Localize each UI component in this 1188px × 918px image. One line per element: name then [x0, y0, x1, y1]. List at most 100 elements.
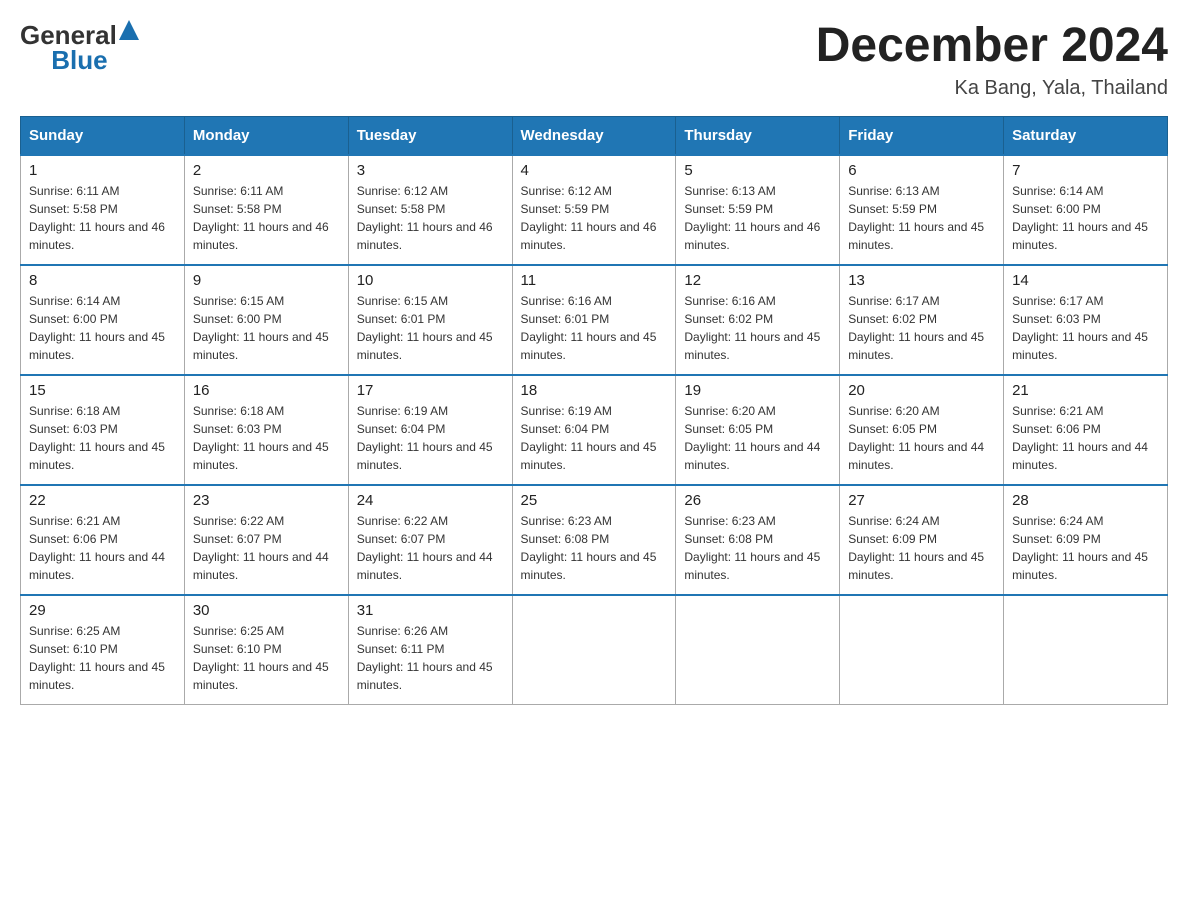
day-info: Sunrise: 6:13 AMSunset: 5:59 PMDaylight:… — [848, 182, 995, 254]
calendar-cell: 29Sunrise: 6:25 AMSunset: 6:10 PMDayligh… — [21, 595, 185, 705]
day-number: 9 — [193, 272, 340, 289]
day-info: Sunrise: 6:14 AMSunset: 6:00 PMDaylight:… — [29, 292, 176, 364]
day-number: 21 — [1012, 382, 1159, 399]
day-info: Sunrise: 6:22 AMSunset: 6:07 PMDaylight:… — [357, 512, 504, 584]
day-number: 2 — [193, 162, 340, 179]
calendar-cell: 18 Sunrise: 6:19 AMSunset: 6:04 PMDayligh… — [512, 375, 676, 485]
day-info: Sunrise: 6:25 AMSunset: 6:10 PMDaylight:… — [193, 622, 340, 694]
day-info: Sunrise: 6:21 AMSunset: 6:06 PMDaylight:… — [29, 512, 176, 584]
day-number: 4 — [521, 162, 668, 179]
calendar-cell: 4Sunrise: 6:12 AMSunset: 5:59 PMDaylight… — [512, 155, 676, 265]
calendar-cell: 2 Sunrise: 6:11 AMSunset: 5:58 PMDaylight… — [184, 155, 348, 265]
month-title: December 2024 — [816, 20, 1168, 73]
day-number: 10 — [357, 272, 504, 289]
header-tuesday: Tuesday — [348, 116, 512, 155]
calendar-cell — [1004, 595, 1168, 705]
calendar-week-3: 15 Sunrise: 6:18 AMSunset: 6:03 PMDayligh… — [21, 375, 1168, 485]
calendar-cell — [676, 595, 840, 705]
calendar-cell: 8 Sunrise: 6:14 AMSunset: 6:00 PMDaylight… — [21, 265, 185, 375]
day-info: Sunrise: 6:15 AMSunset: 6:01 PMDaylight:… — [357, 292, 504, 364]
calendar-cell: 12Sunrise: 6:16 AMSunset: 6:02 PMDayligh… — [676, 265, 840, 375]
calendar-cell: 1 Sunrise: 6:11 AMSunset: 5:58 PMDaylight… — [21, 155, 185, 265]
calendar-cell: 31Sunrise: 6:26 AMSunset: 6:11 PMDayligh… — [348, 595, 512, 705]
day-number: 17 — [357, 382, 504, 399]
day-number: 7 — [1012, 162, 1159, 179]
day-info: Sunrise: 6:11 AMSunset: 5:58 PMDaylight:… — [193, 182, 340, 254]
day-info: Sunrise: 6:17 AMSunset: 6:03 PMDaylight:… — [1012, 292, 1159, 364]
day-info: Sunrise: 6:18 AMSunset: 6:03 PMDaylight:… — [29, 402, 176, 474]
calendar-cell: 27 Sunrise: 6:24 AMSunset: 6:09 PMDayligh… — [840, 485, 1004, 595]
day-info: Sunrise: 6:20 AMSunset: 6:05 PMDaylight:… — [684, 402, 831, 474]
logo-icon: General Blue — [20, 20, 139, 76]
day-number: 1 — [29, 162, 176, 179]
day-number: 3 — [357, 162, 504, 179]
day-number: 25 — [521, 492, 668, 509]
calendar-cell: 20Sunrise: 6:20 AMSunset: 6:05 PMDayligh… — [840, 375, 1004, 485]
calendar-week-1: 1 Sunrise: 6:11 AMSunset: 5:58 PMDaylight… — [21, 155, 1168, 265]
day-number: 16 — [193, 382, 340, 399]
calendar-week-4: 22 Sunrise: 6:21 AMSunset: 6:06 PMDayligh… — [21, 485, 1168, 595]
page-header: General Blue December 2024 Ka Bang, Yala… — [20, 20, 1168, 100]
day-number: 27 — [848, 492, 995, 509]
logo-triangle-icon — [119, 20, 139, 40]
day-number: 30 — [193, 602, 340, 619]
day-number: 22 — [29, 492, 176, 509]
day-info: Sunrise: 6:19 AMSunset: 6:04 PMDaylight:… — [357, 402, 504, 474]
calendar-cell: 24 Sunrise: 6:22 AMSunset: 6:07 PMDayligh… — [348, 485, 512, 595]
day-info: Sunrise: 6:21 AMSunset: 6:06 PMDaylight:… — [1012, 402, 1159, 474]
day-info: Sunrise: 6:24 AMSunset: 6:09 PMDaylight:… — [848, 512, 995, 584]
calendar-cell: 13Sunrise: 6:17 AMSunset: 6:02 PMDayligh… — [840, 265, 1004, 375]
day-number: 19 — [684, 382, 831, 399]
day-number: 26 — [684, 492, 831, 509]
day-number: 24 — [357, 492, 504, 509]
header-thursday: Thursday — [676, 116, 840, 155]
calendar-cell — [512, 595, 676, 705]
day-number: 8 — [29, 272, 176, 289]
day-info: Sunrise: 6:15 AMSunset: 6:00 PMDaylight:… — [193, 292, 340, 364]
day-info: Sunrise: 6:19 AMSunset: 6:04 PMDaylight:… — [521, 402, 668, 474]
day-number: 13 — [848, 272, 995, 289]
calendar-body: 1 Sunrise: 6:11 AMSunset: 5:58 PMDaylight… — [21, 155, 1168, 705]
header-sunday: Sunday — [21, 116, 185, 155]
calendar-header: SundayMondayTuesdayWednesdayThursdayFrid… — [21, 116, 1168, 155]
calendar-cell: 6Sunrise: 6:13 AMSunset: 5:59 PMDaylight… — [840, 155, 1004, 265]
day-info: Sunrise: 6:12 AMSunset: 5:58 PMDaylight:… — [357, 182, 504, 254]
day-number: 31 — [357, 602, 504, 619]
header-saturday: Saturday — [1004, 116, 1168, 155]
logo: General Blue — [20, 20, 139, 76]
calendar-cell: 16Sunrise: 6:18 AMSunset: 6:03 PMDayligh… — [184, 375, 348, 485]
day-info: Sunrise: 6:16 AMSunset: 6:02 PMDaylight:… — [684, 292, 831, 364]
location-title: Ka Bang, Yala, Thailand — [816, 77, 1168, 100]
calendar-cell: 10 Sunrise: 6:15 AMSunset: 6:01 PMDayligh… — [348, 265, 512, 375]
day-info: Sunrise: 6:13 AMSunset: 5:59 PMDaylight:… — [684, 182, 831, 254]
calendar-cell: 28Sunrise: 6:24 AMSunset: 6:09 PMDayligh… — [1004, 485, 1168, 595]
header-wednesday: Wednesday — [512, 116, 676, 155]
day-number: 15 — [29, 382, 176, 399]
header-friday: Friday — [840, 116, 1004, 155]
day-number: 14 — [1012, 272, 1159, 289]
day-info: Sunrise: 6:24 AMSunset: 6:09 PMDaylight:… — [1012, 512, 1159, 584]
calendar-cell: 7 Sunrise: 6:14 AMSunset: 6:00 PMDaylight… — [1004, 155, 1168, 265]
day-info: Sunrise: 6:23 AMSunset: 6:08 PMDaylight:… — [684, 512, 831, 584]
calendar-cell: 23Sunrise: 6:22 AMSunset: 6:07 PMDayligh… — [184, 485, 348, 595]
calendar-cell: 25 Sunrise: 6:23 AMSunset: 6:08 PMDayligh… — [512, 485, 676, 595]
calendar-cell: 21 Sunrise: 6:21 AMSunset: 6:06 PMDayligh… — [1004, 375, 1168, 485]
title-block: December 2024 Ka Bang, Yala, Thailand — [816, 20, 1168, 100]
day-info: Sunrise: 6:14 AMSunset: 6:00 PMDaylight:… — [1012, 182, 1159, 254]
logo-blue-text: Blue — [51, 45, 107, 75]
calendar-cell: 19 Sunrise: 6:20 AMSunset: 6:05 PMDayligh… — [676, 375, 840, 485]
day-info: Sunrise: 6:23 AMSunset: 6:08 PMDaylight:… — [521, 512, 668, 584]
calendar-cell: 22 Sunrise: 6:21 AMSunset: 6:06 PMDayligh… — [21, 485, 185, 595]
day-number: 18 — [521, 382, 668, 399]
calendar-cell: 17 Sunrise: 6:19 AMSunset: 6:04 PMDayligh… — [348, 375, 512, 485]
calendar-cell: 14 Sunrise: 6:17 AMSunset: 6:03 PMDayligh… — [1004, 265, 1168, 375]
day-info: Sunrise: 6:22 AMSunset: 6:07 PMDaylight:… — [193, 512, 340, 584]
calendar-cell: 5Sunrise: 6:13 AMSunset: 5:59 PMDaylight… — [676, 155, 840, 265]
calendar-cell: 11Sunrise: 6:16 AMSunset: 6:01 PMDayligh… — [512, 265, 676, 375]
calendar-cell: 30 Sunrise: 6:25 AMSunset: 6:10 PMDayligh… — [184, 595, 348, 705]
calendar-cell: 3 Sunrise: 6:12 AMSunset: 5:58 PMDaylight… — [348, 155, 512, 265]
day-info: Sunrise: 6:11 AMSunset: 5:58 PMDaylight:… — [29, 182, 176, 254]
calendar-week-2: 8 Sunrise: 6:14 AMSunset: 6:00 PMDaylight… — [21, 265, 1168, 375]
day-info: Sunrise: 6:25 AMSunset: 6:10 PMDaylight:… — [29, 622, 176, 694]
calendar-week-5: 29Sunrise: 6:25 AMSunset: 6:10 PMDayligh… — [21, 595, 1168, 705]
